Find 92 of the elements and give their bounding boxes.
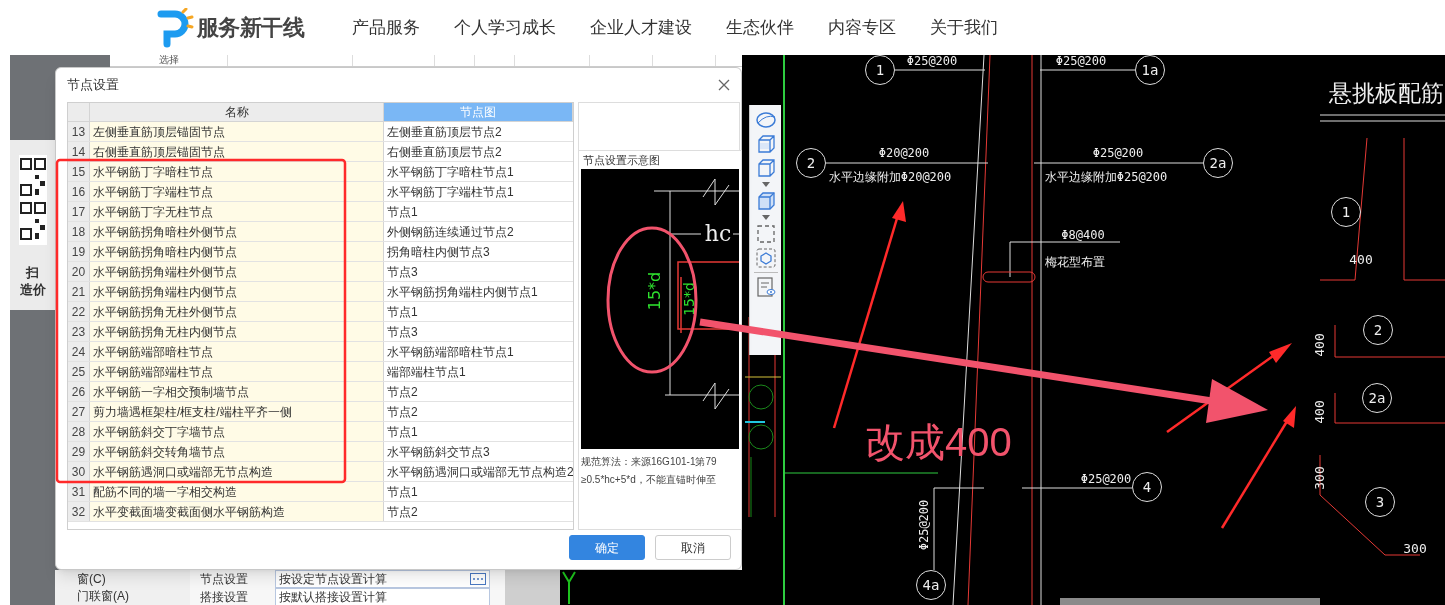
- table-cell: 水平钢筋一字相交预制墙节点: [90, 382, 384, 401]
- row-number: 29: [68, 442, 90, 461]
- qr-code-icon: [18, 155, 47, 245]
- table-cell: 水平钢筋斜交转角墙节点: [90, 442, 384, 461]
- row-number: 18: [68, 222, 90, 241]
- table-cell: 水平钢筋拐角无柱外侧节点: [90, 302, 384, 321]
- rebar-note: Φ25@200: [1080, 472, 1132, 486]
- dashed-square-icon[interactable]: [754, 224, 777, 244]
- table-cell: 水平钢筋斜交丁字墙节点: [90, 422, 384, 441]
- column-header[interactable]: 名称: [90, 103, 384, 122]
- nav-link[interactable]: 关于我们: [930, 14, 999, 41]
- nav-link[interactable]: 个人学习成长: [454, 14, 557, 41]
- category-item[interactable]: 门联窗(A): [77, 589, 190, 603]
- rebar-note: Φ25@200: [906, 55, 958, 68]
- table-cell: 水平钢筋丁字端柱节点: [90, 182, 384, 201]
- row-number: 19: [68, 242, 90, 261]
- promo-text: 造价: [19, 282, 46, 297]
- table-cell: 水平钢筋拐角暗柱外侧节点: [90, 222, 384, 241]
- row-number: 21: [68, 282, 90, 301]
- rebar-note: Φ25@200: [1092, 146, 1144, 160]
- close-icon[interactable]: [718, 79, 730, 91]
- row-number: 30: [68, 462, 90, 481]
- logo-text[interactable]: 服务新干线: [197, 11, 305, 44]
- table-cell: 水平钢筋端部端柱节点: [90, 362, 384, 381]
- row-number: 27: [68, 402, 90, 421]
- caret-icon[interactable]: [761, 215, 770, 220]
- row-number: 23: [68, 322, 90, 341]
- table-cell: 右侧垂直筋顶层锚固节点: [90, 142, 384, 161]
- property-field[interactable]: 按设定节点设置计算: [275, 570, 490, 588]
- row-number: 16: [68, 182, 90, 201]
- table-cell: 水平钢筋丁字无柱节点: [90, 202, 384, 221]
- axis-icon: [562, 570, 576, 604]
- rebar-note: 水平边缘附加Φ25@200: [1044, 170, 1168, 184]
- dimension-label: 300: [1403, 542, 1427, 556]
- nav-link[interactable]: 内容专区: [828, 14, 897, 41]
- list-eye-icon[interactable]: [754, 277, 777, 297]
- diagram-label: 15*d: [681, 282, 697, 316]
- table-cell: 水平钢筋遇洞口或端部无节点构造: [90, 462, 384, 481]
- nav-link[interactable]: 产品服务: [352, 14, 421, 41]
- table-cell: 水平钢筋拐角无柱内侧节点: [90, 322, 384, 341]
- rebar-note: Φ8@400: [1061, 228, 1105, 242]
- nav-link[interactable]: 生态伙伴: [726, 14, 795, 41]
- tie-bar-shape: [982, 271, 1036, 283]
- diagram-label: 15*d: [645, 271, 664, 311]
- rebar-note: 水平边缘附加Φ20@200: [828, 170, 952, 184]
- table-cell: 水平钢筋端部暗柱节点: [90, 342, 384, 361]
- row-number: 15: [68, 162, 90, 181]
- drawing-title: 悬挑板配筋: [1328, 80, 1444, 106]
- table-cell: 水平钢筋拐角端柱内侧节点: [90, 282, 384, 301]
- row-number: 24: [68, 342, 90, 361]
- rebar-note: Φ25@200: [917, 499, 931, 551]
- table-cell: 水平变截面墙变截面侧水平钢筋构造: [90, 502, 384, 521]
- preview-title: 节点设置示意图: [582, 153, 661, 168]
- diagram-label: hc: [704, 221, 732, 246]
- dimension-label: 400: [1349, 253, 1373, 267]
- rebar-note: Φ25@200: [1055, 55, 1107, 68]
- property-label: 搭接设置: [199, 589, 249, 605]
- table-cell: 水平钢筋拐角暗柱内侧节点: [90, 242, 384, 261]
- sphere-icon[interactable]: [754, 110, 777, 130]
- nav-link[interactable]: 企业人才建设: [590, 14, 693, 41]
- row-number: 20: [68, 262, 90, 281]
- cube-icon[interactable]: [754, 248, 777, 268]
- dimension-label: 400: [1313, 400, 1327, 424]
- rebar-note: 梅花型布置: [1045, 255, 1105, 269]
- row-number: 28: [68, 422, 90, 441]
- row-number: 26: [68, 382, 90, 401]
- dialog-button[interactable]: 取消: [655, 535, 731, 560]
- more-icon[interactable]: [470, 573, 486, 585]
- table-cell: 剪力墙遇框架柱/框支柱/端柱平齐一侧: [90, 402, 384, 421]
- row-number: 22: [68, 302, 90, 321]
- table-cell: 配筋不同的墙一字相交构造: [90, 482, 384, 501]
- property-field[interactable]: 按默认搭接设置计算: [275, 588, 490, 605]
- table-cell: 左侧垂直筋顶层锚固节点: [90, 122, 384, 141]
- column-header: 选择: [158, 55, 179, 66]
- table-cell: 水平钢筋拐角端柱外侧节点: [90, 262, 384, 281]
- dialog-button[interactable]: 确定: [569, 535, 645, 560]
- row-number: 25: [68, 362, 90, 381]
- row-number: 13: [68, 122, 90, 141]
- rebar-note: Φ20@200: [878, 146, 930, 160]
- caret-icon[interactable]: [761, 182, 770, 187]
- dimension-label: 300: [1313, 466, 1327, 490]
- scrollbar[interactable]: [1060, 598, 1320, 605]
- dimension-label: 400: [1313, 333, 1327, 357]
- dialog-title: 节点设置: [67, 76, 119, 95]
- category-item[interactable]: 窗(C): [77, 572, 190, 586]
- property-label: 节点设置: [199, 571, 249, 588]
- promo-text: 扫: [26, 265, 39, 280]
- row-number: 17: [68, 202, 90, 221]
- row-number: 32: [68, 502, 90, 521]
- rule-text: ≥0.5*hc+5*d，不能直锚时伸至: [581, 473, 717, 487]
- rule-text: 规范算法：来源16G101-1第79: [581, 455, 718, 469]
- table-cell: 水平钢筋丁字暗柱节点: [90, 162, 384, 181]
